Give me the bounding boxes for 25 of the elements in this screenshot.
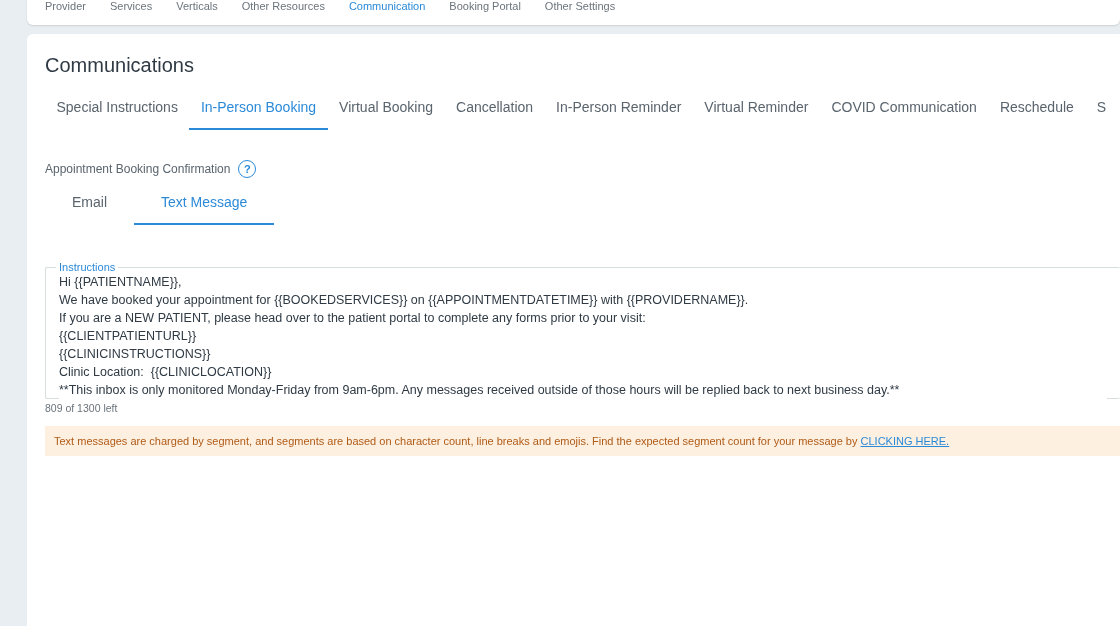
instructions-field[interactable]: Instructions Hi {{PATIENTNAME}}, We have booked your appointment for {{BOOKEDSERVICES}} on {{APPOINTMENTDATETIME}} with {{PROVIDERNAME}}. If you are a NEW PATIENT, please head over to the patient portal to complete any forms prior to your visit: {{CLIENTPATIENTURL}} {{CLINICINSTRUCTIONS}} Clinic Location: {{CLINICLOCATION}} **This inbox is only monitored Monday-Friday from 9am-6pm. Any messages received outside of those hours will be replied back to next business day.** — [45, 261, 1120, 399]
nav-item[interactable]: Booking Portal — [449, 0, 521, 12]
nav-item[interactable]: Services — [109, 0, 153, 12]
notice-text: Text messages are charged by segment, and segments are based on character count, line breaks and emojis. Find the expected segment count for your message by — [54, 435, 858, 447]
nav-item[interactable]: Other Resources — [241, 0, 325, 12]
tab[interactable]: In-Person Booking — [189, 99, 328, 130]
nav-item[interactable]: Communication — [348, 0, 426, 12]
character-counter: 809 of 1300 left — [45, 402, 119, 414]
channel-tab[interactable]: Email — [45, 194, 134, 225]
tab[interactable]: COVID Communication — [819, 99, 989, 130]
tab[interactable]: Virtual Booking — [327, 99, 445, 130]
tab[interactable]: Reschedule — [988, 99, 1086, 130]
field-label: Instructions — [58, 261, 117, 273]
tab[interactable]: In-Person Reminder — [544, 99, 693, 130]
nav-item[interactable]: Provider — [45, 0, 86, 12]
section-label: Appointment Booking Confirmation — [45, 162, 231, 176]
tab[interactable]: Special Instructions — [45, 99, 190, 130]
page-title: Communications — [45, 54, 195, 77]
channel-tab[interactable]: Text Message — [134, 194, 275, 225]
tab[interactable]: Virtual Reminder — [692, 99, 820, 130]
clicking-here-link[interactable]: CLICKING HERE. — [860, 435, 950, 447]
nav-item[interactable]: Verticals — [176, 0, 218, 12]
tab[interactable]: Cancellation — [444, 99, 545, 130]
tab[interactable]: S — [1085, 99, 1118, 130]
nav-item[interactable]: Other Settings — [544, 0, 616, 12]
